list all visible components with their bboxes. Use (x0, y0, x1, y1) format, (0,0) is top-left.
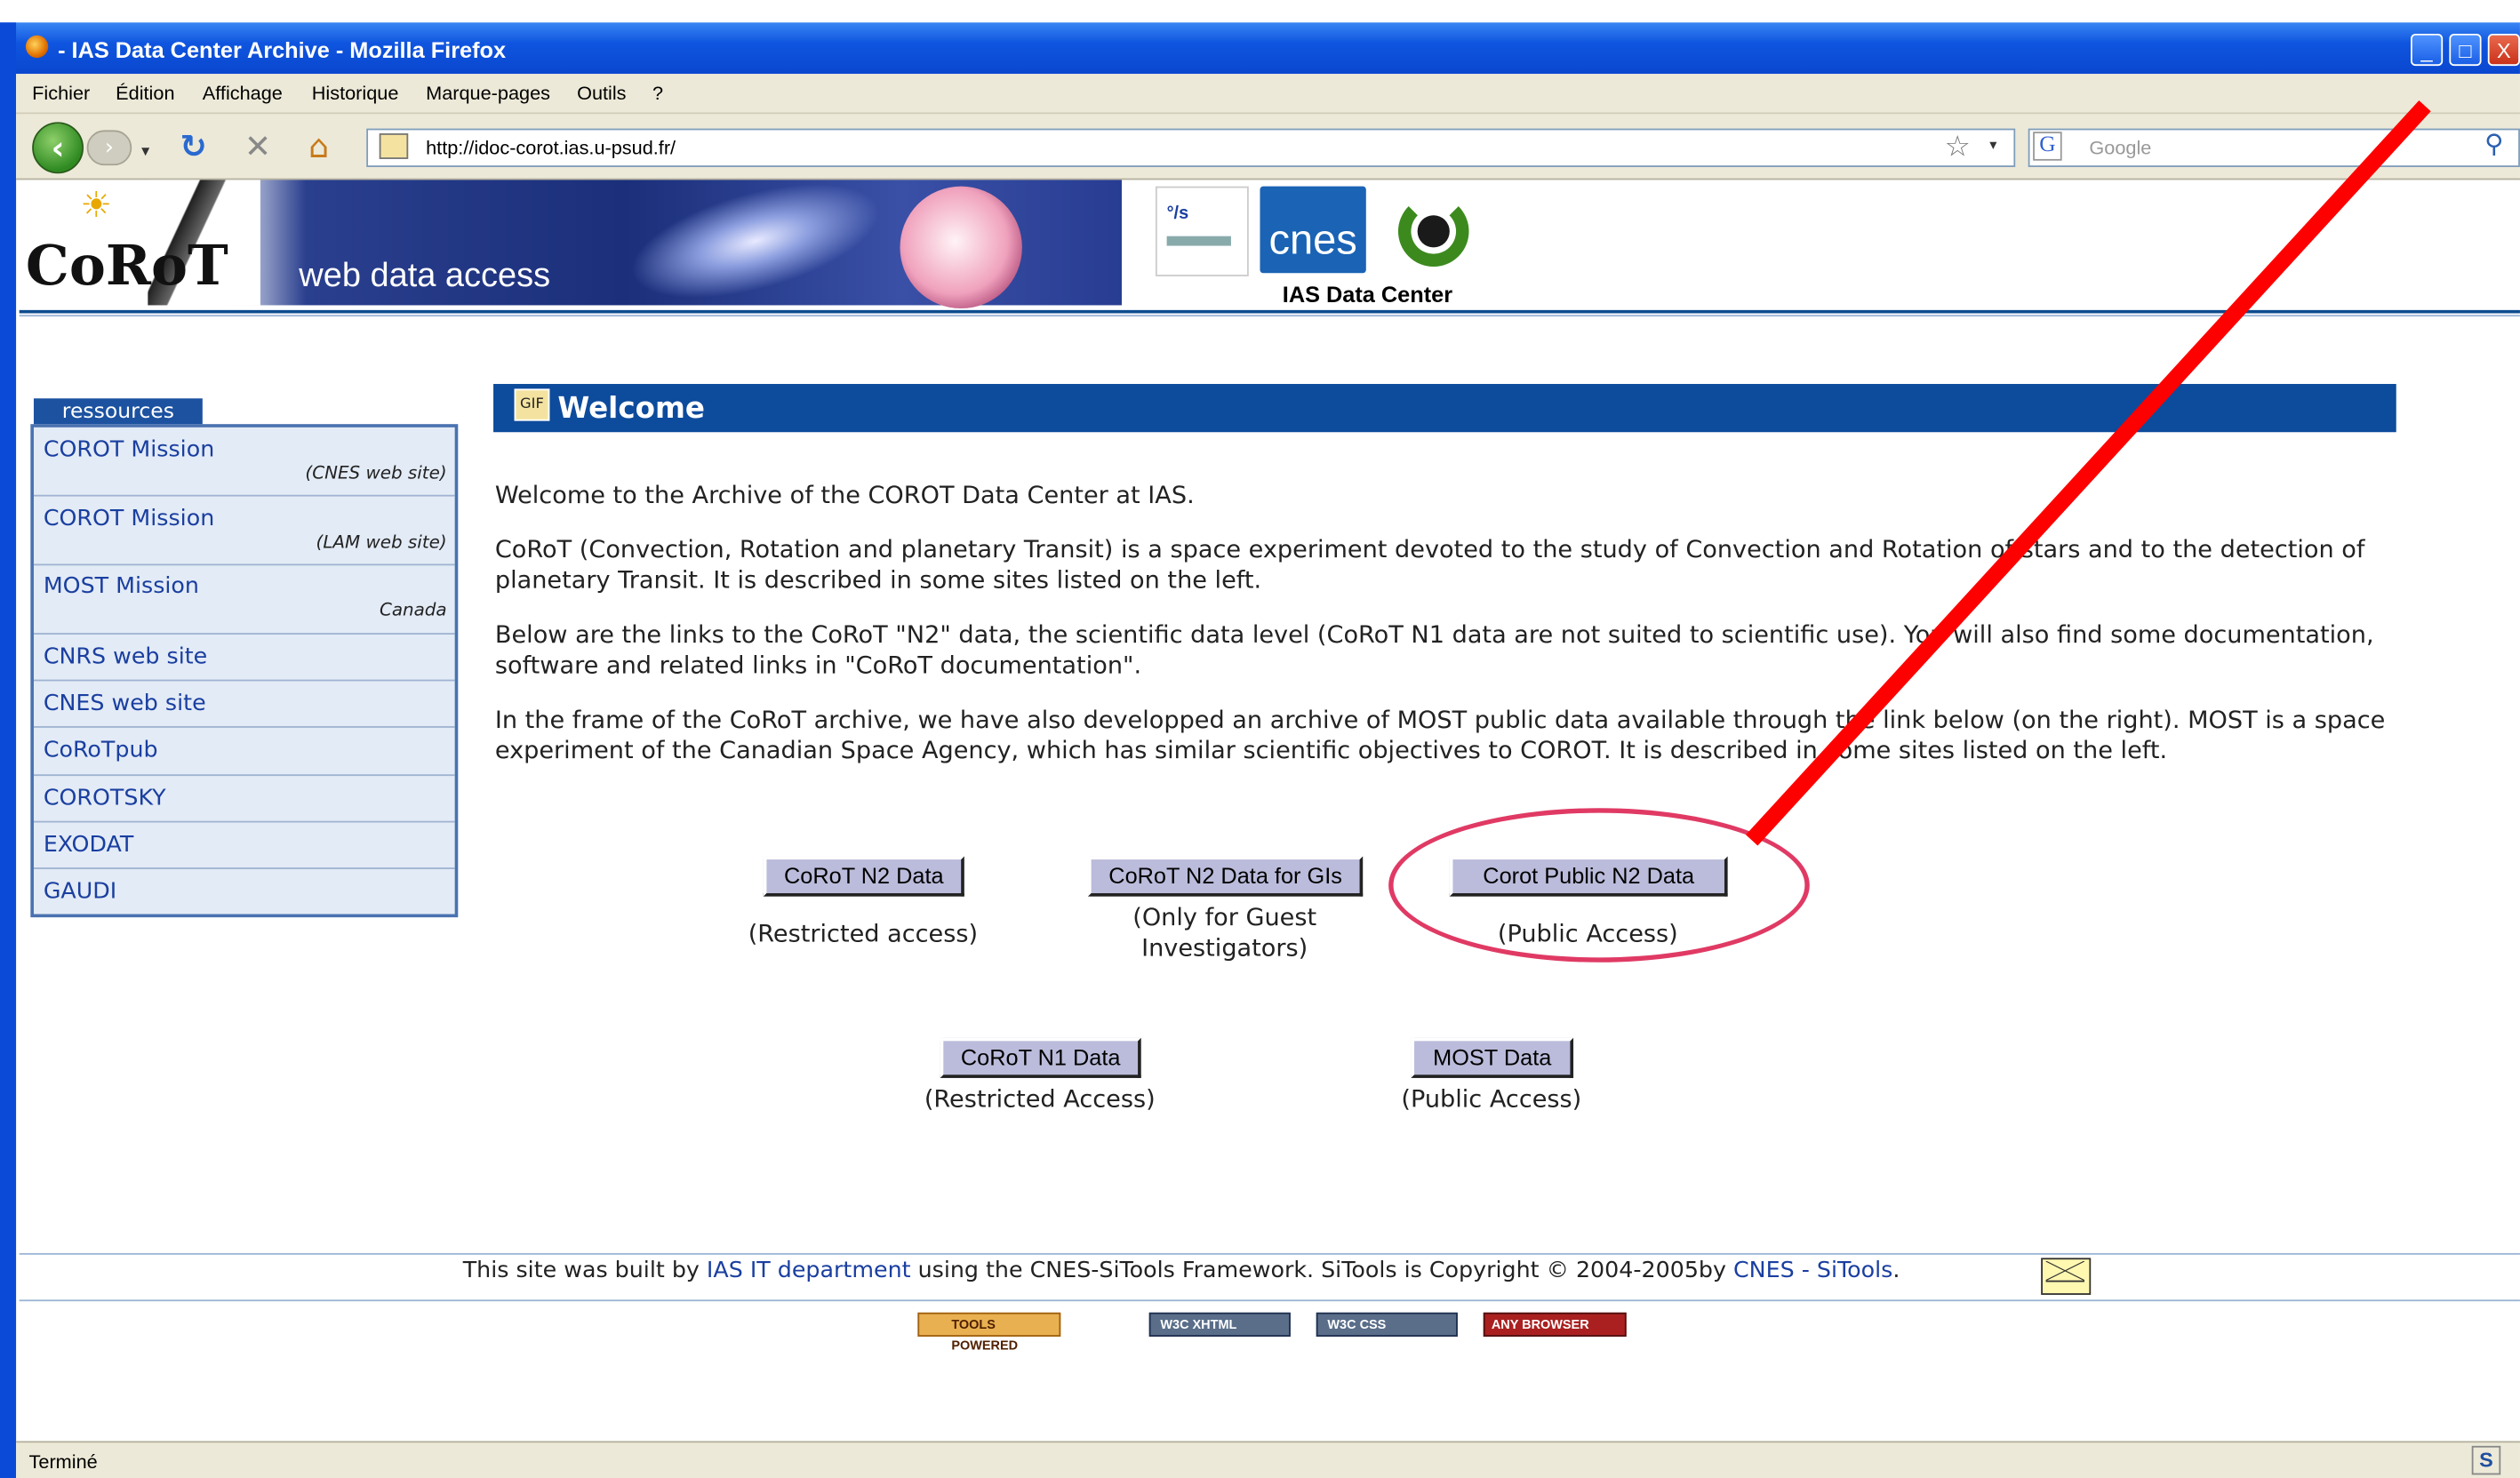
corot-n2-gis-caption: (Only for Guest Investigators) (1132, 902, 1317, 963)
sidebar-item-label[interactable]: COROT Mission (44, 506, 214, 531)
corot-n2-data-button[interactable]: CoRoT N2 Data (763, 856, 964, 897)
cnes-sitools-link[interactable]: CNES - SiTools (1733, 1258, 1892, 1283)
forward-button[interactable]: › (86, 130, 132, 166)
search-placeholder: Google (2089, 136, 2152, 159)
corot-logo: CoRoT (25, 234, 228, 300)
reload-icon[interactable]: ↻ (180, 129, 206, 164)
corot-n1-data-button[interactable]: CoRoT N1 Data (940, 1037, 1141, 1078)
menu-fichier[interactable]: Fichier (32, 82, 90, 104)
w3c-xhtml-badge[interactable]: W3C XHTML (1148, 1312, 1291, 1337)
back-button[interactable]: ‹ (32, 122, 84, 174)
paragraph-most: In the frame of the CoRoT archive, we ha… (494, 705, 2386, 765)
header-divider-light (19, 315, 2520, 317)
status-text: Terminé (28, 1450, 98, 1474)
ias-data-center-label: IAS Data Center (1282, 281, 1453, 308)
bookmark-star-icon[interactable]: ☆ (1945, 130, 1971, 164)
footer-divider (19, 1252, 2520, 1255)
most-data-button[interactable]: MOST Data (1411, 1037, 1574, 1078)
sitools-powered-badge[interactable]: TOOLS POWERED (917, 1312, 1061, 1353)
footer-text-after: . (1892, 1258, 1900, 1284)
ias-it-link[interactable]: IAS IT department (707, 1258, 911, 1283)
menu-marque-pages[interactable]: Marque-pages (426, 82, 550, 104)
highlight-ellipse (1388, 808, 1810, 963)
cnes-logo: cnes (1260, 186, 1366, 274)
header-divider (19, 309, 2520, 314)
sidebar-item-note: (CNES web site) (305, 462, 447, 484)
window-border (0, 22, 17, 1478)
corot-n1-caption: (Restricted Access) (924, 1084, 1156, 1114)
w3c-css-badge[interactable]: W3C CSS (1316, 1312, 1458, 1337)
menu-edition[interactable]: Édition (116, 82, 174, 104)
sun-icon: ☀ (80, 186, 113, 227)
most-data-caption: (Public Access) (1401, 1084, 1582, 1114)
welcome-icon: GIF (514, 388, 550, 421)
status-addon-icon[interactable]: S (2471, 1445, 2501, 1475)
sidebar-item-label[interactable]: CNRS web site (44, 644, 207, 670)
sidebar-item-note: (LAM web site) (316, 531, 447, 553)
menu-outils[interactable]: Outils (577, 82, 626, 104)
page-title: Welcome (557, 392, 705, 427)
paragraph-intro: Welcome to the Archive of the COROT Data… (494, 480, 1195, 510)
footer-divider-bottom (19, 1299, 2520, 1302)
footer-text: This site was built by IAS IT department… (463, 1258, 1900, 1283)
firefox-icon (25, 35, 49, 59)
mail-icon[interactable] (2041, 1258, 2092, 1295)
sidebar-item-label[interactable]: MOST Mission (44, 573, 199, 599)
footer-text-before: This site was built by (462, 1258, 707, 1284)
welcome-header (493, 384, 2396, 433)
sidebar-item-label[interactable]: EXODAT (44, 832, 134, 858)
menu-help[interactable]: ? (652, 82, 663, 104)
paragraph-corot: CoRoT (Convection, Rotation and planetar… (494, 534, 2365, 595)
status-bar (16, 1441, 2520, 1478)
close-button[interactable]: X (2487, 33, 2520, 67)
sidebar-item-label[interactable]: COROTSKY (44, 786, 166, 811)
banner-subtitle: web data access (299, 257, 551, 294)
sidebar-item-label[interactable]: COROT Mission (44, 437, 214, 463)
menu-historique[interactable]: Historique (312, 82, 399, 104)
corot-n2-gis-button[interactable]: CoRoT N2 Data for GIs (1088, 856, 1364, 897)
corot-n2-caption: (Restricted access) (748, 918, 979, 948)
maximize-button[interactable]: □ (2449, 33, 2482, 67)
search-engine-icon[interactable]: G (2033, 132, 2062, 161)
footer-text-middle: using the CNES-SiTools Framework. SiTool… (910, 1258, 1734, 1284)
window-title: - IAS Data Center Archive - Mozilla Fire… (58, 36, 507, 63)
ressources-tab: ressources (33, 398, 203, 427)
any-browser-badge[interactable]: ANY BROWSER (1483, 1312, 1627, 1337)
menu-affichage[interactable]: Affichage (203, 82, 283, 104)
sidebar-item-label[interactable]: CNES web site (44, 691, 206, 716)
history-dropdown-icon[interactable]: ▾ (141, 135, 149, 171)
star-image (900, 186, 1022, 309)
minimize-button[interactable]: _ (2411, 33, 2444, 67)
search-go-icon[interactable]: ⚲ (2484, 129, 2503, 159)
url-dropdown-icon[interactable]: ▾ (1989, 138, 1996, 154)
url-text[interactable]: http://idoc-corot.ias.u-psud.fr/ (426, 137, 676, 159)
ias-partner-logo: °/s (1155, 186, 1249, 276)
sidebar-item-note: Canada (379, 599, 447, 620)
stop-icon[interactable]: ✕ (244, 129, 271, 164)
sidebar-item-label[interactable]: GAUDI (44, 879, 116, 905)
sidebar-item-label[interactable]: CoRoTpub (44, 738, 158, 763)
ias-logo (1388, 186, 1476, 276)
site-favicon (379, 133, 409, 159)
paragraph-n2-data: Below are the links to the CoRoT "N2" da… (494, 619, 2374, 680)
home-icon[interactable]: ⌂ (308, 129, 329, 164)
